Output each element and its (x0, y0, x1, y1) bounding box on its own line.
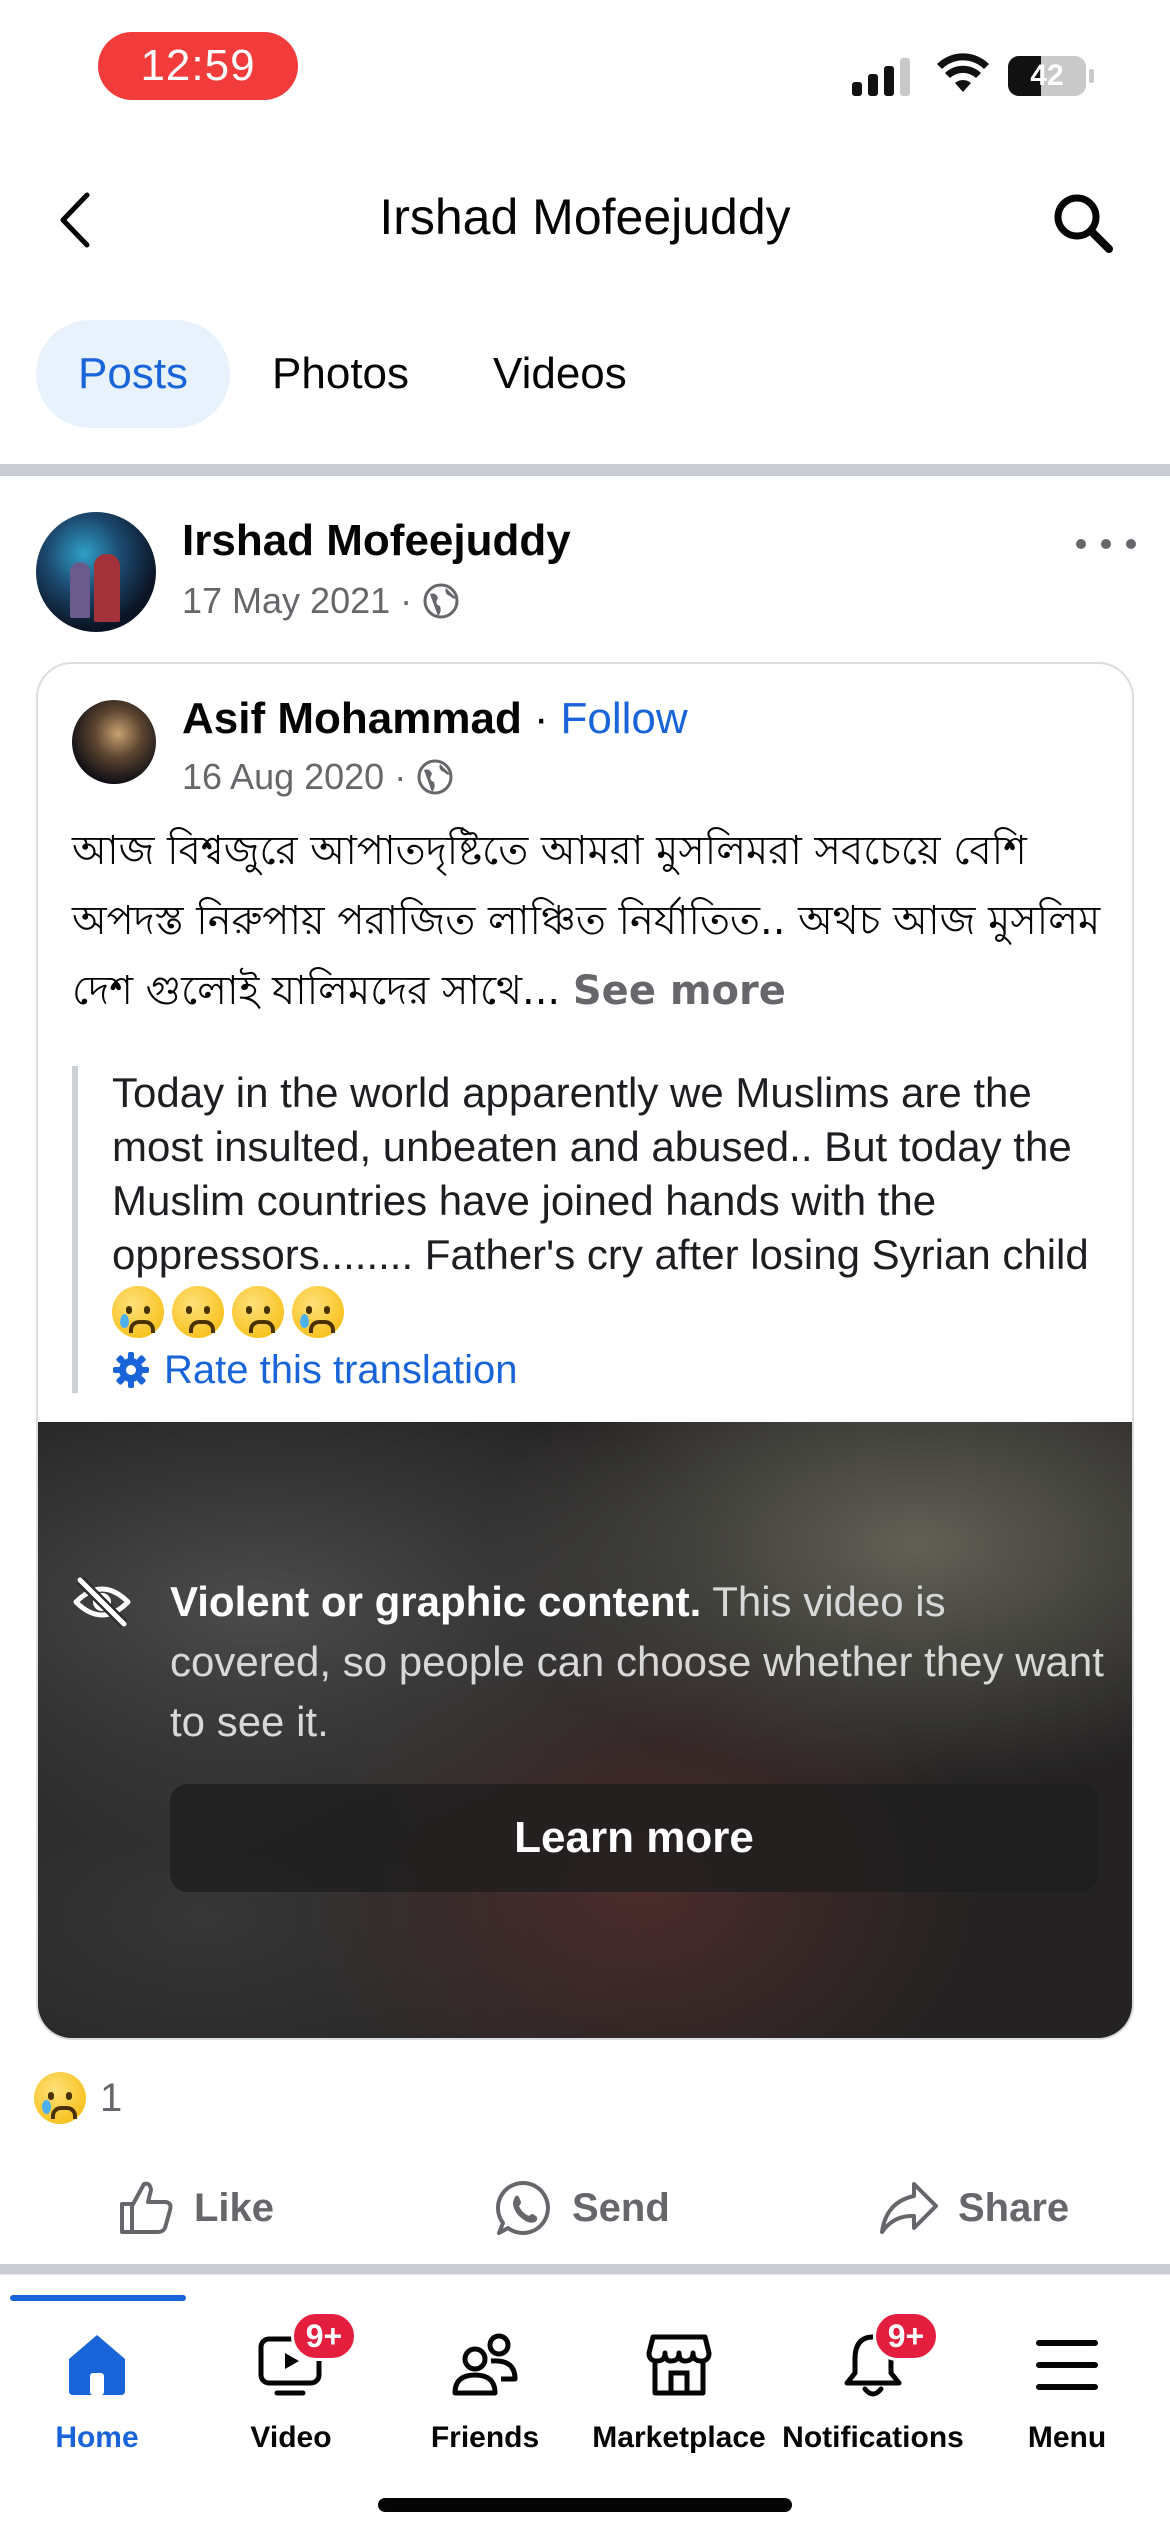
rate-translation-link[interactable]: Rate this translation (112, 1348, 1112, 1393)
post-original-text: আজ বিশ্বজুরে আপাতদৃষ্টিতে আমরা মুসলিমরা … (72, 816, 1112, 1026)
shared-author-name[interactable]: Asif Mohammad (182, 694, 522, 744)
home-icon (69, 2335, 125, 2395)
post-meta: 17 May 2021 · (182, 580, 460, 622)
post-divider (0, 2264, 1170, 2274)
page-title: Irshad Mofeejuddy (379, 189, 791, 245)
page-header: Irshad Mofeejuddy (0, 160, 1170, 280)
post-author-name[interactable]: Irshad Mofeejuddy (182, 516, 571, 566)
video-cover[interactable]: Violent or graphic content. This video i… (38, 1422, 1132, 2038)
nav-video-label: Video (250, 2421, 332, 2454)
content-warning-text: Violent or graphic content. This video i… (170, 1572, 1110, 1752)
post-action-bar: Like Send Share (0, 2158, 1170, 2258)
shared-author-avatar[interactable] (72, 700, 156, 784)
send-button[interactable]: Send (494, 2158, 670, 2258)
nav-friends[interactable]: Friends (390, 2325, 580, 2475)
friends-icon (452, 2333, 518, 2396)
home-indicator (378, 2498, 792, 2512)
post-header: Irshad Mofeejuddy 17 May 2021 · (0, 476, 1170, 656)
nav-menu[interactable]: Menu (972, 2325, 1162, 2475)
like-button[interactable]: Like (116, 2158, 274, 2258)
crying-emoji-icon (292, 1285, 344, 1338)
battery-nub (1089, 69, 1094, 83)
nav-notifications-label: Notifications (782, 2421, 964, 2454)
see-more-link[interactable]: See more (573, 968, 786, 1014)
status-bar: 12:59 42 (0, 0, 1170, 140)
share-button[interactable]: Share (878, 2158, 1069, 2258)
learn-more-button[interactable]: Learn more (170, 1784, 1098, 1892)
crying-emoji-icon (112, 1285, 164, 1338)
share-label: Share (958, 2185, 1070, 2230)
shared-author-row: Asif Mohammad · Follow (182, 694, 688, 744)
battery-icon: 42 (1008, 56, 1086, 96)
search-icon (1054, 194, 1113, 253)
share-arrow-icon (880, 2182, 938, 2234)
marketplace-icon (646, 2334, 712, 2396)
wifi-icon (937, 53, 989, 92)
menu-icon (1036, 2340, 1098, 2390)
tab-posts[interactable]: Posts (36, 320, 231, 428)
shared-post-meta: 16 Aug 2020 · (182, 756, 454, 798)
status-time: 12:59 (98, 32, 298, 100)
video-badge: 9+ (291, 2311, 357, 2361)
tab-photos[interactable]: Photos (230, 320, 451, 428)
search-button[interactable] (1048, 188, 1118, 258)
sad-reaction-icon (34, 2072, 86, 2124)
reaction-summary[interactable]: 1 (34, 2072, 122, 2124)
reaction-count: 1 (100, 2075, 123, 2120)
warning-title: Violent or graphic content. (170, 1578, 702, 1625)
globe-icon (417, 759, 453, 795)
post-date[interactable]: 17 May 2021 (182, 580, 390, 622)
nav-marketplace[interactable]: Marketplace (584, 2325, 774, 2475)
meta-separator: · (400, 580, 413, 621)
translation-text: Today in the world apparently we Muslims… (112, 1066, 1112, 1338)
rate-translation-label: Rate this translation (164, 1347, 518, 1392)
gear-icon (113, 1352, 149, 1389)
like-label: Like (194, 2185, 275, 2230)
shared-post-date[interactable]: 16 Aug 2020 (182, 756, 384, 798)
author-separator: · (533, 694, 549, 743)
nav-menu-label: Menu (1027, 2421, 1107, 2454)
sad-emoji-icon (172, 1285, 224, 1338)
section-divider (0, 464, 1170, 476)
active-tab-indicator (10, 2295, 186, 2301)
tab-videos[interactable]: Videos (451, 320, 669, 428)
nav-home[interactable]: Home (2, 2325, 192, 2475)
meta-separator: · (394, 756, 407, 797)
follow-button[interactable]: Follow (560, 694, 687, 744)
send-label: Send (572, 2185, 670, 2230)
whatsapp-icon (495, 2180, 550, 2235)
nav-marketplace-label: Marketplace (592, 2421, 766, 2454)
nav-friends-label: Friends (430, 2421, 540, 2454)
battery-level: 42 (1030, 59, 1064, 92)
cellular-signal-icon (852, 56, 910, 96)
translation-body: Today in the world apparently we Muslims… (112, 1069, 1089, 1278)
notifications-badge: 9+ (873, 2311, 939, 2361)
avatar[interactable] (36, 512, 156, 632)
sad-emoji-row (112, 1285, 344, 1338)
profile-tabs: Posts Photos Videos (36, 320, 669, 428)
nav-video[interactable]: 9+ Video (196, 2311, 386, 2475)
shared-post-card[interactable]: Asif Mohammad · Follow 16 Aug 2020 · আজ … (36, 662, 1134, 2040)
thumbs-up-icon (120, 2181, 173, 2234)
globe-icon (423, 583, 459, 619)
more-options-icon[interactable] (1076, 524, 1136, 564)
eye-slash-icon (73, 1576, 131, 1628)
translation-block: Today in the world apparently we Muslims… (72, 1066, 1112, 1393)
nav-notifications[interactable]: 9+ Notifications (778, 2311, 968, 2475)
nav-home-label: Home (55, 2421, 139, 2454)
bottom-navigation: Home 9+ Video Friends Marketplace 9+ Not… (0, 2274, 1170, 2532)
sad-emoji-icon (232, 1285, 284, 1338)
